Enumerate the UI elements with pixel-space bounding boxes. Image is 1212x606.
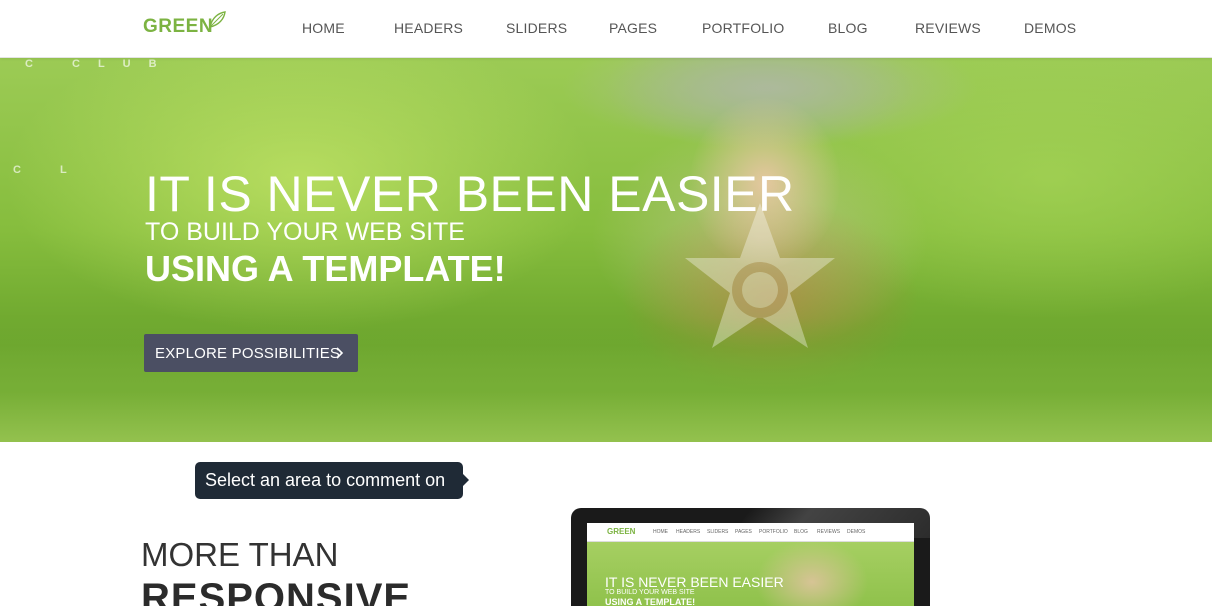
explore-possibilities-button[interactable]: EXPLORE POSSIBILITIES bbox=[144, 334, 358, 372]
feature-heading-line1: MORE THAN bbox=[141, 536, 339, 573]
tooltip-text: Select an area to comment on bbox=[205, 470, 446, 490]
comment-tooltip: Select an area to comment on bbox=[195, 462, 469, 499]
mini-nav-item: BLOG bbox=[794, 529, 808, 535]
leaf-icon bbox=[209, 11, 226, 28]
camera-watermark-icon bbox=[685, 203, 835, 348]
mini-hero-subtitle: TO BUILD YOUR WEB SITE bbox=[605, 589, 695, 596]
background-letters-top: C CLUB bbox=[25, 58, 175, 70]
nav-home[interactable]: HOME bbox=[302, 20, 345, 36]
feature-heading-line2: RESPONSIVE bbox=[141, 576, 412, 606]
logo[interactable]: GREEN bbox=[143, 11, 227, 40]
logo-text: GREEN bbox=[143, 16, 214, 37]
mini-nav-item: SLIDERS bbox=[707, 529, 729, 535]
mini-hero-emphasis: USING A TEMPLATE! bbox=[605, 597, 696, 606]
mini-nav-item: DEMOS bbox=[847, 529, 866, 535]
mini-logo: GREEN bbox=[607, 527, 636, 536]
nav-blog[interactable]: BLOG bbox=[828, 20, 868, 36]
tablet-mockup: GREEN HOME HEADERS SLIDERS PAGES PORTFOL… bbox=[571, 508, 930, 606]
nav-reviews[interactable]: REVIEWS bbox=[915, 20, 981, 36]
nav-sliders[interactable]: SLIDERS bbox=[506, 20, 567, 36]
hero-subtitle: TO BUILD YOUR WEB SITE bbox=[145, 218, 465, 246]
nav-headers[interactable]: HEADERS bbox=[394, 20, 463, 36]
mini-nav-item: PORTFOLIO bbox=[759, 529, 788, 535]
mini-nav-item: REVIEWS bbox=[817, 529, 841, 535]
mini-navbar: GREEN HOME HEADERS SLIDERS PAGES PORTFOL… bbox=[587, 523, 914, 542]
tooltip-arrow bbox=[463, 474, 469, 486]
explore-button-label: EXPLORE POSSIBILITIES bbox=[155, 344, 341, 362]
hero-title: IT IS NEVER BEEN EASIER bbox=[145, 166, 795, 222]
tablet-screen: GREEN HOME HEADERS SLIDERS PAGES PORTFOL… bbox=[587, 523, 914, 606]
mini-nav-item: HEADERS bbox=[676, 529, 701, 535]
nav-portfolio[interactable]: PORTFOLIO bbox=[702, 20, 784, 36]
hero-slider: C CLUB C L IT IS NEVER BEEN EASIER TO BU… bbox=[0, 58, 1212, 442]
mini-nav-item: PAGES bbox=[735, 529, 752, 535]
nav-demos[interactable]: DEMOS bbox=[1024, 20, 1076, 36]
hero-emphasis: USING A TEMPLATE! bbox=[145, 248, 506, 289]
top-navbar: GREEN HOME HEADERS SLIDERS PAGES PORTFOL… bbox=[0, 0, 1212, 58]
mini-hero-title: IT IS NEVER BEEN EASIER bbox=[605, 574, 784, 590]
nav-pages[interactable]: PAGES bbox=[609, 20, 657, 36]
chevron-right-icon bbox=[336, 347, 344, 359]
background-letters-mid: C L bbox=[13, 164, 85, 176]
mini-nav-item: HOME bbox=[653, 529, 668, 535]
